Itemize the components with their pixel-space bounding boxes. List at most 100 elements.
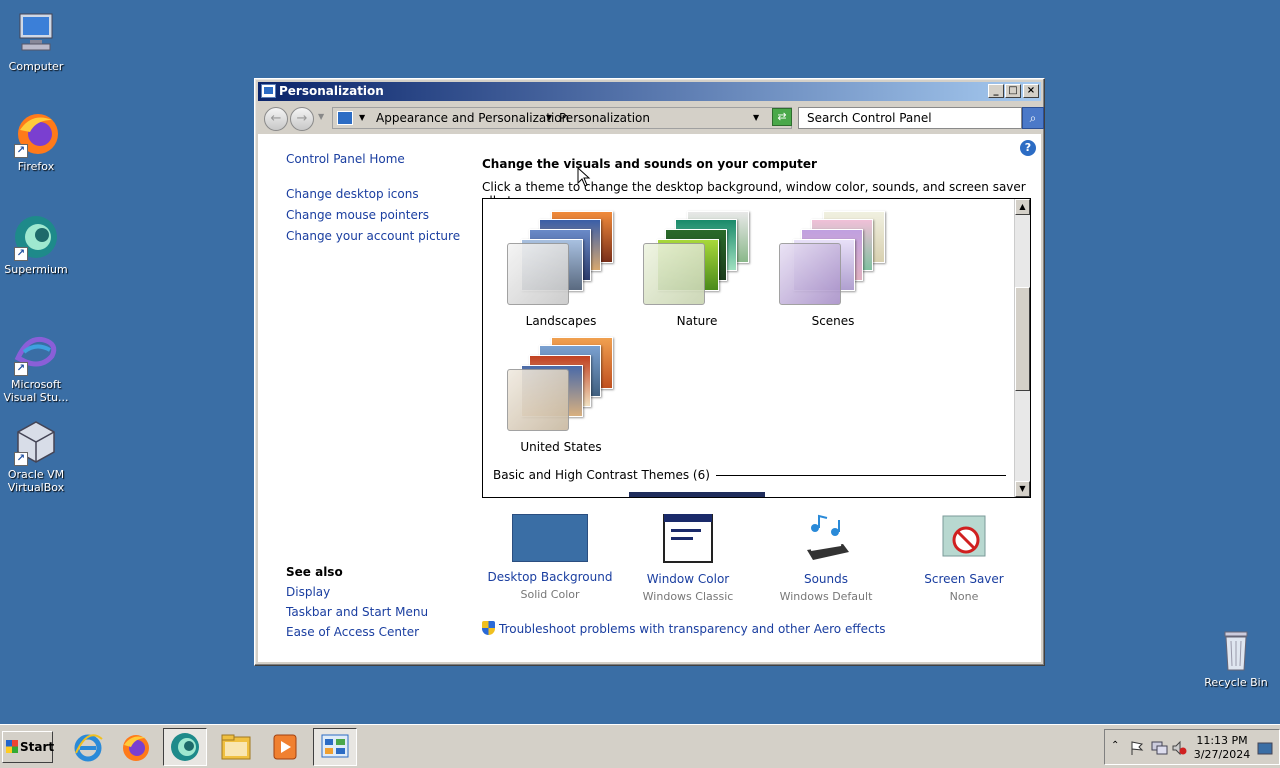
see-also-heading: See also [286,565,343,579]
troubleshoot-link[interactable]: Troubleshoot problems with transparency … [482,621,886,636]
scroll-down-arrow-icon[interactable]: ▼ [1015,481,1030,497]
change-mouse-pointers-link[interactable]: Change mouse pointers [286,208,429,222]
theme-list: Landscapes Nature Scenes United States B… [482,198,1031,498]
shortcut-arrow-icon: ↗ [14,362,28,376]
theme-label: Nature [676,314,718,328]
virtualbox-icon: ↗ [12,418,60,466]
change-account-picture-link[interactable]: Change your account picture [286,229,460,243]
scroll-thumb[interactable] [1015,287,1030,391]
breadcrumb-appearance[interactable]: Appearance and Personalization [376,108,569,128]
scroll-up-arrow-icon[interactable]: ▲ [1015,199,1030,215]
theme-preview [493,209,629,307]
desktop-icon-computer[interactable]: Computer [0,10,72,73]
window-color-value: Windows Classic [642,590,734,603]
show-desktop-icon[interactable] [1257,742,1273,756]
screen-saver-value: None [949,590,979,603]
close-button[interactable]: × [1023,84,1039,98]
desktop-icon-supermium[interactable]: ↗ Supermium [0,213,72,276]
screen-saver-link[interactable]: Screen Saver [896,572,1032,586]
change-desktop-icons-link[interactable]: Change desktop icons [286,187,419,201]
section-divider [683,475,1006,476]
shortcut-arrow-icon: ↗ [14,452,28,466]
recycle-bin-icon [1212,626,1260,674]
theme-preview [765,209,901,307]
desktop-icon-firefox[interactable]: ↗ Firefox [0,110,72,173]
selected-theme-highlight [629,492,765,497]
maximize-button[interactable]: □ [1005,84,1021,98]
volume-muted-icon[interactable] [1171,740,1187,756]
theme-nature[interactable]: Nature [629,209,765,328]
desktop-background-value: Solid Color [520,588,580,601]
clock-time: 11:13 PM [1196,734,1248,747]
desktop-icon-recycle-bin[interactable]: Recycle Bin [1200,626,1272,689]
window-title: Personalization [279,84,384,98]
shortcut-arrow-icon: ↗ [14,247,28,261]
control-panel-home-link[interactable]: Control Panel Home [286,152,405,166]
mouse-cursor-icon [577,167,591,187]
clock[interactable]: 11:13 PM 3/27/2024 [1191,734,1253,762]
supermium-icon [171,733,199,761]
address-bar: ← → ▼ ▼ Appearance and Personalization ▼… [258,102,1044,134]
theme-list-scrollbar[interactable]: ▲ ▼ [1014,199,1030,497]
ease-of-access-link[interactable]: Ease of Access Center [286,625,428,639]
chevron-down-icon[interactable]: ▼ [359,108,365,128]
shortcut-arrow-icon: ↗ [14,144,28,158]
sounds-item[interactable]: Sounds Windows Default [758,514,894,603]
refresh-button[interactable]: ⇄ [772,108,792,126]
desktop-background-item[interactable]: Desktop Background Solid Color [482,514,618,601]
clock-date: 3/27/2024 [1193,748,1251,761]
window-color-link[interactable]: Window Color [620,572,756,586]
taskbar-start-menu-link[interactable]: Taskbar and Start Menu [286,605,428,619]
control-panel-icon [261,84,276,98]
taskbar-media-player[interactable] [262,728,306,766]
sounds-value: Windows Default [779,590,873,603]
sounds-link[interactable]: Sounds [758,572,894,586]
search-input[interactable]: Search Control Panel [798,107,1022,129]
desktop-icon-virtualbox[interactable]: ↗ Oracle VM VirtualBox [0,418,72,494]
desktop-background-icon [512,514,588,562]
breadcrumb[interactable]: ▼ Appearance and Personalization ▼ Perso… [332,107,792,129]
desktop-icon-label: Computer [8,60,64,73]
theme-united-states[interactable]: United States [493,335,629,454]
screen-saver-icon [925,514,1003,564]
forward-button[interactable]: → [290,107,314,131]
troubleshoot-text[interactable]: Troubleshoot problems with transparency … [499,622,886,636]
screen-saver-item[interactable]: Screen Saver None [896,514,1032,603]
page-title: Change the visuals and sounds on your co… [482,157,817,171]
theme-landscapes[interactable]: Landscapes [493,209,629,328]
taskbar-ie[interactable] [66,728,110,766]
system-tray: ⌃ 11:13 PM 3/27/2024 [1104,729,1280,765]
window-titlebar[interactable]: Personalization _ □ × [258,82,1041,101]
help-icon[interactable]: ? [1020,140,1036,156]
address-dropdown-icon[interactable]: ▼ [753,108,759,128]
sounds-icon [787,514,865,564]
internet-explorer-icon [74,734,103,762]
shield-icon [482,621,495,635]
network-icon[interactable] [1151,740,1169,756]
desktop-icon-visual-studio[interactable]: ↗ Microsoft Visual Stu... [0,328,72,404]
display-link[interactable]: Display [286,585,428,599]
search-button[interactable]: ⌕ [1022,107,1044,129]
desktop-background-link[interactable]: Desktop Background [482,570,618,584]
folder-icon [221,734,251,760]
visual-studio-icon: ↗ [12,328,60,376]
action-center-flag-icon[interactable] [1129,740,1145,756]
firefox-icon [123,735,149,761]
window-color-item[interactable]: Window Color Windows Classic [620,513,756,603]
start-label: Start [20,740,55,754]
breadcrumb-personalization[interactable]: Personalization [559,108,650,128]
taskbar-firefox[interactable] [114,728,158,766]
recent-pages-chevron-icon[interactable]: ▼ [318,112,324,121]
minimize-button[interactable]: _ [988,84,1004,98]
show-hidden-icons-chevron-icon[interactable]: ⌃ [1111,740,1119,751]
start-button[interactable]: Start [2,731,55,763]
taskbar-supermium[interactable] [163,728,207,766]
theme-label: Landscapes [525,314,597,328]
chevron-down-icon[interactable]: ▼ [546,108,552,128]
back-button[interactable]: ← [264,107,288,131]
desktop-icon-label: Recycle Bin [1204,676,1268,689]
desktop-icon-label: Supermium [4,263,68,276]
theme-scenes[interactable]: Scenes [765,209,901,328]
taskbar-control-panel[interactable] [313,728,357,766]
taskbar-explorer[interactable] [214,728,258,766]
